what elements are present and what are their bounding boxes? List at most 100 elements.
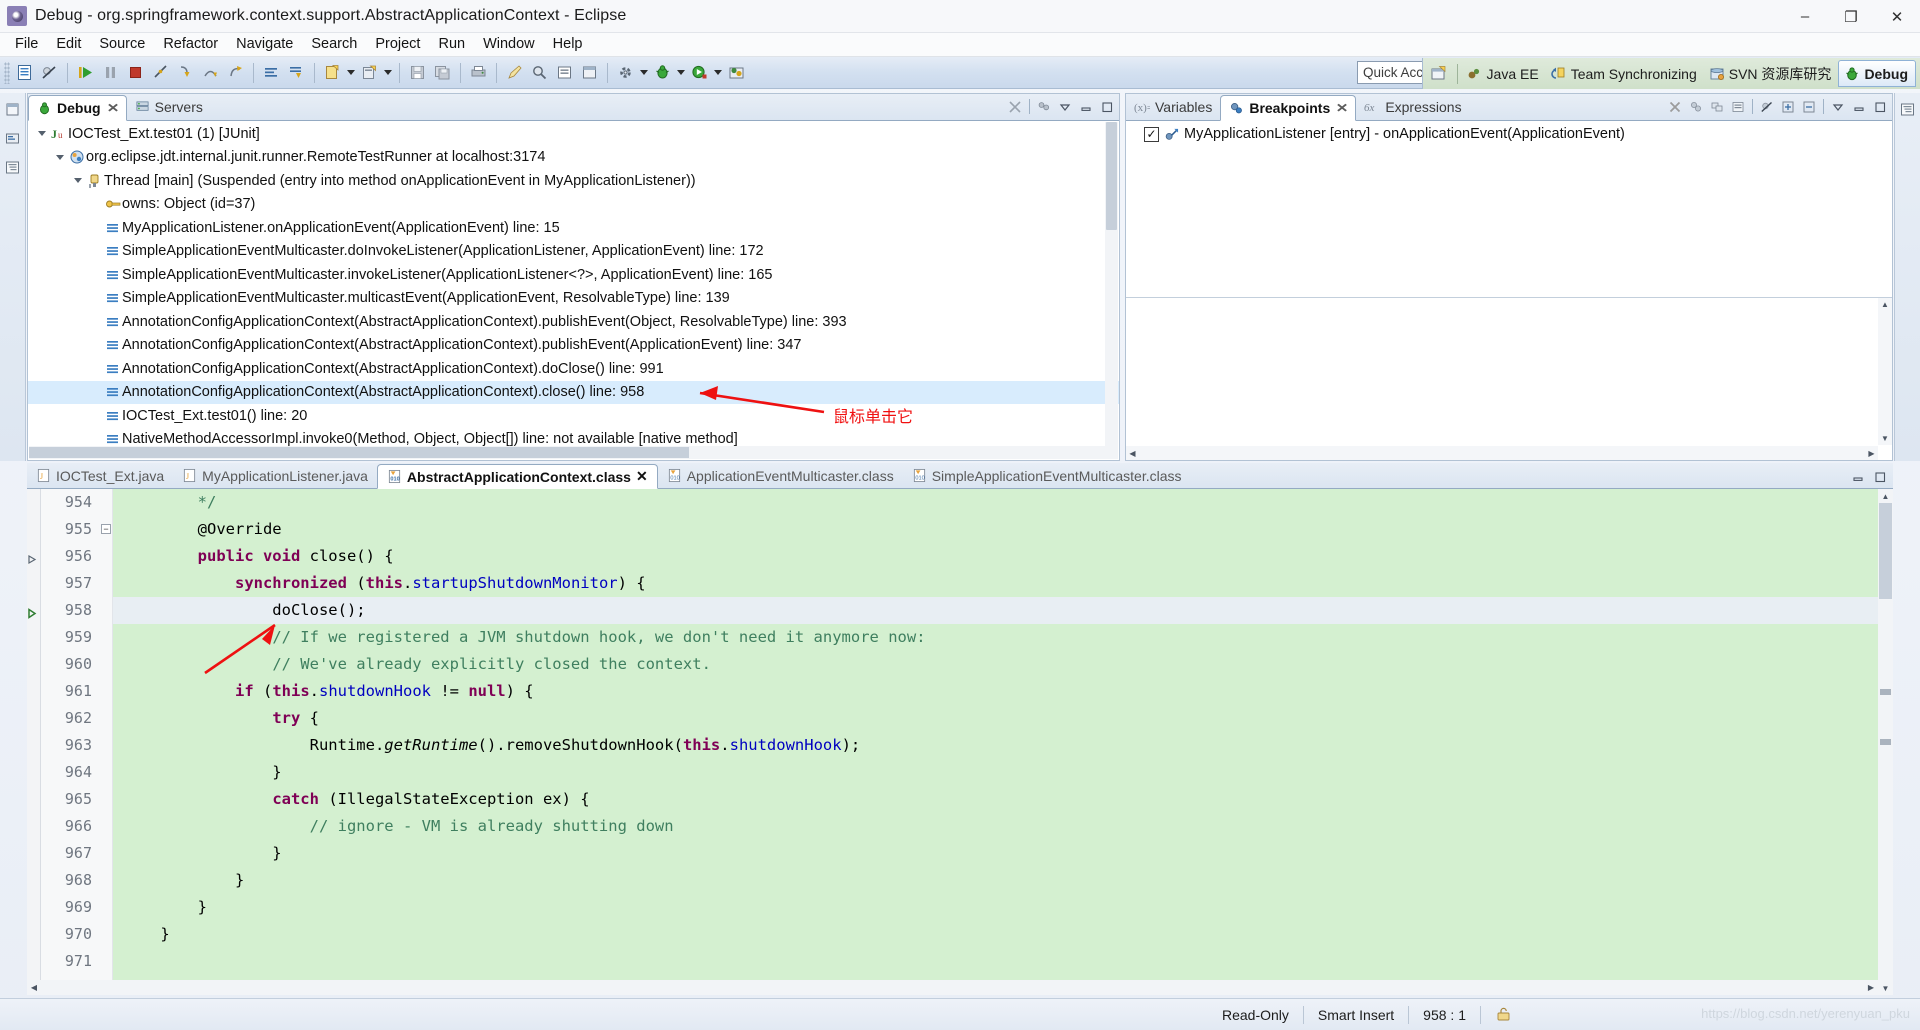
code-line[interactable]: }: [113, 894, 1878, 921]
fold-collapse-icon[interactable]: −: [101, 524, 111, 534]
code-line[interactable]: @Override: [113, 516, 1878, 543]
collapse-all-icon[interactable]: [1006, 97, 1024, 116]
breakpoint-checkbox[interactable]: ✓: [1144, 126, 1159, 142]
code-line[interactable]: public void close() {: [113, 543, 1878, 570]
view-dropdown-icon[interactable]: [1829, 97, 1847, 116]
minimize-view-icon[interactable]: [1077, 97, 1095, 116]
editor-tab[interactable]: J MyApplicationListener.java: [173, 463, 377, 488]
stack-frame-row[interactable]: AnnotationConfigApplicationContext(Abstr…: [28, 334, 1119, 358]
search-icon[interactable]: [527, 61, 552, 85]
tab-servers[interactable]: Servers: [127, 94, 211, 120]
tab-debug[interactable]: Debug ✕: [28, 95, 127, 121]
step-over-icon[interactable]: [198, 61, 223, 85]
minimize-icon[interactable]: –: [1782, 0, 1828, 33]
menu-window[interactable]: Window: [474, 34, 544, 55]
tab-expressions[interactable]: 6x Expressions: [1356, 94, 1469, 120]
expand-all-icon[interactable]: [1779, 97, 1797, 116]
stack-frame-row[interactable]: IOCTest_Ext.test01() line: 20: [28, 404, 1119, 428]
breakpoint-detail-pane[interactable]: ▲ ▼ ◀ ▶: [1126, 297, 1892, 460]
new-class-icon[interactable]: [320, 61, 345, 85]
remove-breakpoint-icon[interactable]: [1666, 97, 1684, 116]
code-line[interactable]: [113, 948, 1878, 975]
code-line[interactable]: Runtime.getRuntime().removeShutdownHook(…: [113, 732, 1878, 759]
run-dropdown-arrow-icon[interactable]: [712, 61, 724, 85]
editor-tab[interactable]: 010 SimpleApplicationEventMulticaster.cla…: [903, 463, 1191, 488]
close-icon[interactable]: ✕: [106, 101, 119, 115]
code-line[interactable]: }: [113, 840, 1878, 867]
restore-view-icon[interactable]: [3, 99, 23, 119]
menu-refactor[interactable]: Refactor: [154, 34, 227, 55]
collapse-all-icon[interactable]: [1800, 97, 1818, 116]
scroll-right-icon[interactable]: ▶: [1865, 447, 1878, 459]
scroll-right-icon[interactable]: ▶: [1864, 981, 1878, 994]
open-perspective-toolbar-icon[interactable]: [724, 61, 749, 85]
code-line[interactable]: }: [113, 759, 1878, 786]
code-line-current[interactable]: doClose();: [113, 597, 1878, 624]
save-all-icon[interactable]: [430, 61, 455, 85]
scroll-up-icon[interactable]: ▲: [1879, 298, 1891, 311]
code-line[interactable]: if (this.shutdownHook != null) {: [113, 678, 1878, 705]
minimize-view-icon[interactable]: [1850, 97, 1868, 116]
step-into-icon[interactable]: [173, 61, 198, 85]
scroll-left-icon[interactable]: ◀: [27, 981, 41, 994]
editor-code-area[interactable]: */ @Override public void close() { synch…: [113, 489, 1878, 995]
tab-breakpoints[interactable]: Breakpoints ✕: [1220, 95, 1357, 121]
editor-tab[interactable]: 010 ApplicationEventMulticaster.class: [658, 463, 903, 488]
close-icon[interactable]: ✕: [1336, 101, 1349, 115]
menu-project[interactable]: Project: [366, 34, 429, 55]
menu-edit[interactable]: Edit: [47, 34, 90, 55]
scroll-up-icon[interactable]: ▲: [1879, 489, 1892, 503]
skip-all-breakpoints-icon[interactable]: [1758, 97, 1776, 116]
menu-search[interactable]: Search: [302, 34, 366, 55]
code-line[interactable]: }: [113, 867, 1878, 894]
view-menu-icon[interactable]: [1035, 97, 1053, 116]
maximize-view-icon[interactable]: [1871, 97, 1889, 116]
debug-horizontal-scrollbar[interactable]: [29, 446, 1105, 459]
new-file-icon[interactable]: [12, 61, 37, 85]
code-line[interactable]: synchronized (this.startupShutdownMonito…: [113, 570, 1878, 597]
stack-frame-row[interactable]: SimpleApplicationEventMulticaster.multic…: [28, 287, 1119, 311]
chevron-down-icon[interactable]: [70, 178, 85, 183]
editor-vertical-scrollbar[interactable]: ▲ ▼: [1878, 489, 1893, 995]
task-icon[interactable]: [552, 61, 577, 85]
perspective-svn-repository[interactable]: SVN 资源库研究: [1704, 60, 1839, 87]
run-green-play-icon[interactable]: [687, 61, 712, 85]
type-icon[interactable]: [577, 61, 602, 85]
scrollbar-thumb[interactable]: [1106, 122, 1117, 230]
chevron-down-icon[interactable]: [52, 155, 67, 160]
terminate-stop-icon[interactable]: [123, 61, 148, 85]
tab-variables[interactable]: (x)= Variables: [1126, 94, 1220, 120]
skip-breakpoints-icon[interactable]: [37, 61, 62, 85]
external-tools-icon[interactable]: [613, 61, 638, 85]
code-line[interactable]: // We've already explicitly closed the c…: [113, 651, 1878, 678]
debug-stack-tree[interactable]: Ju IOCTest_Ext.test01 (1) [JUnit] org.ecli…: [28, 122, 1119, 460]
step-return-icon[interactable]: [223, 61, 248, 85]
stack-frame-row[interactable]: Thread [main] (Suspended (entry into met…: [28, 169, 1119, 193]
drop-to-frame-icon[interactable]: [284, 61, 309, 85]
stack-frame-row[interactable]: Ju IOCTest_Ext.test01 (1) [JUnit]: [28, 122, 1119, 146]
detail-horizontal-scrollbar[interactable]: ◀ ▶: [1126, 446, 1878, 460]
view-dropdown-icon[interactable]: [1056, 97, 1074, 116]
stack-frame-row[interactable]: SimpleApplicationEventMulticaster.invoke…: [28, 263, 1119, 287]
stack-frame-row[interactable]: owns: Object (id=37): [28, 193, 1119, 217]
lines-icon[interactable]: [259, 61, 284, 85]
outline-icon[interactable]: [3, 157, 23, 177]
maximize-editor-icon[interactable]: [1871, 467, 1889, 486]
open-perspective-icon[interactable]: [1425, 59, 1453, 88]
code-line[interactable]: // ignore - VM is already shutting down: [113, 813, 1878, 840]
menu-file[interactable]: File: [6, 34, 47, 55]
scrollbar-thumb[interactable]: [1879, 503, 1892, 599]
new-package-icon[interactable]: [357, 61, 382, 85]
toolbar-grip[interactable]: [4, 61, 10, 84]
remove-all-breakpoints-icon[interactable]: [1687, 97, 1705, 116]
editor-tab[interactable]: J IOCTest_Ext.java: [27, 463, 173, 488]
detail-vertical-scrollbar[interactable]: ▲ ▼: [1878, 298, 1892, 445]
chevron-down-icon[interactable]: [34, 131, 49, 136]
code-line[interactable]: try {: [113, 705, 1878, 732]
editor-folding-ruler[interactable]: −: [99, 489, 113, 995]
perspective-debug[interactable]: Debug: [1838, 60, 1916, 87]
code-line[interactable]: catch (IllegalStateException ex) {: [113, 786, 1878, 813]
debug-vertical-scrollbar[interactable]: [1105, 122, 1118, 459]
scroll-down-icon[interactable]: ▼: [1879, 981, 1892, 995]
pencil-icon[interactable]: [502, 61, 527, 85]
